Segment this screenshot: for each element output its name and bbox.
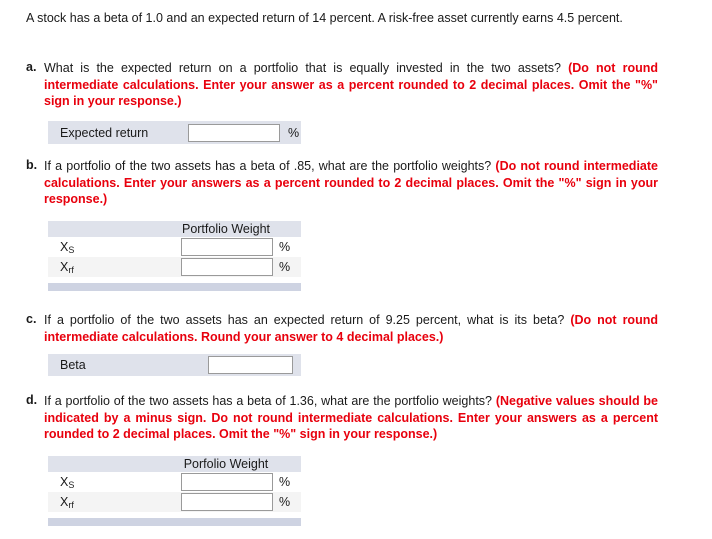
table-b-row0-label: XS [60,240,75,255]
table-row: Xrf % [48,257,301,277]
question-a-text: What is the expected return on a portfol… [44,60,658,110]
question-a-prompt: What is the expected return on a portfol… [44,61,561,75]
table-b-row0-unit: % [279,240,291,254]
table-d-row1-label: Xrf [60,495,74,510]
beta-row: Beta [48,354,301,376]
table-b-footer-bar [48,283,301,291]
table-d-row0-unit: % [279,475,291,489]
table-b-row1-label: Xrf [60,260,74,275]
question-d-text: If a portfolio of the two assets has a b… [44,393,658,443]
table-d-header-row: Porfolio Weight [48,456,301,472]
expected-return-row: Expected return % [48,121,301,144]
expected-return-unit: % [288,125,300,140]
question-b: b. If a portfolio of the two assets has … [26,158,658,208]
problem-statement: A stock has a beta of 1.0 and an expecte… [26,11,623,25]
table-d-row0-label: XS [60,475,75,490]
question-c: c. If a portfolio of the two assets has … [26,312,658,345]
table-b-row1-unit: % [279,260,291,274]
table-b-header-row: Portfolio Weight [48,221,301,237]
beta-label: Beta [60,358,86,372]
table-d-header-label: Porfolio Weight [183,457,269,471]
expected-return-input[interactable] [188,124,280,142]
table-row: XS % [48,472,301,492]
question-b-text: If a portfolio of the two assets has a b… [44,158,658,208]
table-row: Xrf % [48,492,301,512]
table-b-row1-input[interactable] [181,258,273,276]
question-a: a. What is the expected return on a port… [26,60,658,110]
expected-return-label: Expected return [60,125,149,140]
question-c-marker: c. [26,312,37,326]
question-b-marker: b. [26,158,38,172]
table-row: XS % [48,237,301,257]
question-d: d. If a portfolio of the two assets has … [26,393,658,443]
table-d-row0-input[interactable] [181,473,273,491]
portfolio-weight-table-b: Portfolio Weight XS % Xrf % [48,221,301,291]
table-b-row0-input[interactable] [181,238,273,256]
table-d-footer-bar [48,518,301,526]
question-c-text: If a portfolio of the two assets has an … [44,312,658,345]
question-a-marker: a. [26,60,37,74]
question-d-prompt: If a portfolio of the two assets has a b… [44,394,492,408]
table-b-header-label: Portfolio Weight [181,222,270,236]
question-c-prompt: If a portfolio of the two assets has an … [44,313,565,327]
table-d-row1-unit: % [279,495,291,509]
question-b-prompt: If a portfolio of the two assets has a b… [44,159,492,173]
table-d-row1-input[interactable] [181,493,273,511]
beta-input[interactable] [208,356,293,374]
worksheet-page: A stock has a beta of 1.0 and an expecte… [0,0,712,539]
question-d-marker: d. [26,393,38,407]
portfolio-weight-table-d: Porfolio Weight XS % Xrf % [48,456,301,526]
